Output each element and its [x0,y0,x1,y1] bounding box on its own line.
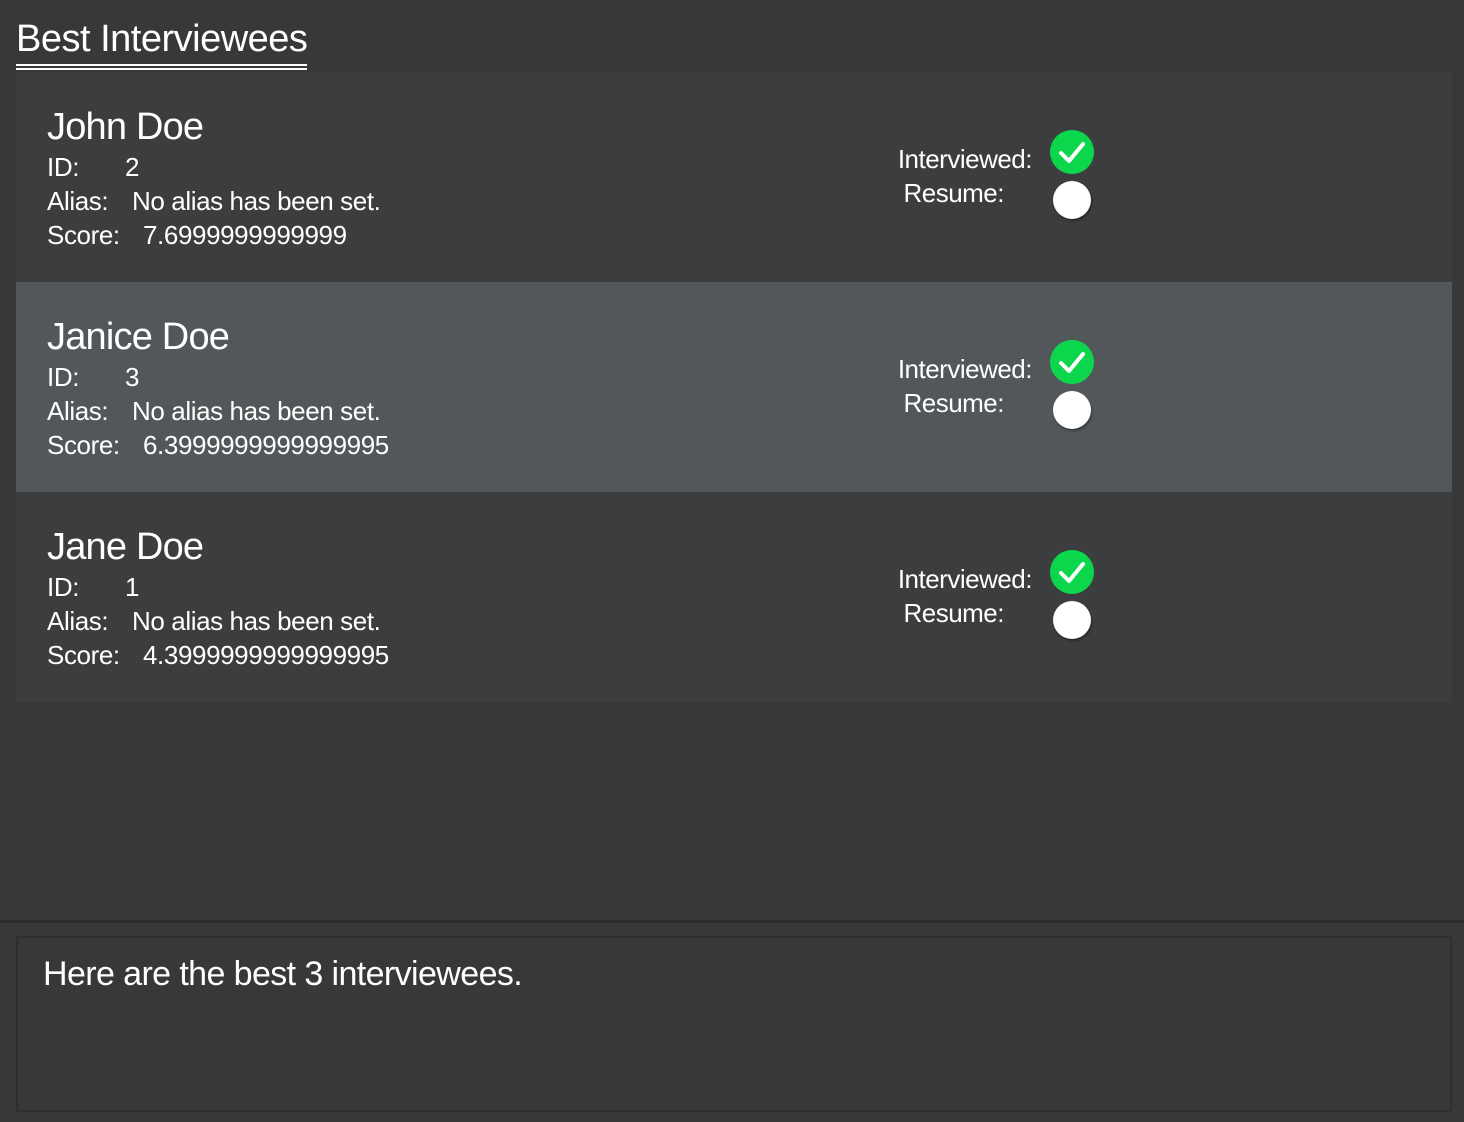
score-label: Score: [47,640,120,670]
status-block: Interviewed: Resume: [876,130,1116,230]
alias-label: Alias: [47,606,109,636]
id-value: 2 [125,152,140,182]
id-label: ID: [47,152,80,182]
resume-label: Resume: [903,388,1004,418]
id-label: ID: [47,572,80,602]
id-row: ID: 2 [47,150,139,184]
alias-label: Alias: [47,186,109,216]
panel-title-tab[interactable]: Best Interviewees [16,14,308,70]
empty-circle-icon [1053,391,1091,429]
interviewee-name: John Doe [47,106,204,148]
empty-circle-icon [1053,181,1091,219]
interviewee-card[interactable]: Janice Doe ID: 3 Alias: No alias has been … [16,282,1452,492]
panel-title: Best Interviewees [16,18,308,60]
interviewee-name: Janice Doe [47,316,230,358]
score-value: 6.3999999999999995 [143,430,389,460]
alias-value: No alias has been set. [132,606,381,636]
check-circle-icon [1050,340,1094,384]
interviewed-label: Interviewed: [897,144,1033,174]
alias-label: Alias: [47,396,109,426]
score-label: Score: [47,220,120,250]
alias-row: Alias: No alias has been set. [47,604,381,638]
id-row: ID: 3 [47,360,139,394]
interviewee-list[interactable]: John Doe ID: 2 Alias: No alias has been se… [16,72,1452,702]
resume-label: Resume: [903,178,1004,208]
score-value: 7.6999999999999 [143,220,347,250]
alias-row: Alias: No alias has been set. [47,394,381,428]
score-row: Score: 7.6999999999999 [47,218,347,252]
interviewee-card[interactable]: Jane Doe ID: 1 Alias: No alias has been se… [16,492,1452,702]
id-row: ID: 1 [47,570,139,604]
check-circle-icon [1050,550,1094,594]
resume-label: Resume: [903,598,1004,628]
alias-row: Alias: No alias has been set. [47,184,381,218]
interviewee-card[interactable]: John Doe ID: 2 Alias: No alias has been se… [16,72,1452,282]
interviewee-name: Jane Doe [47,526,204,568]
app-window: Best Interviewees John Doe ID: 2 Alias: No… [0,0,1464,1122]
check-circle-icon [1050,130,1094,174]
score-label: Score: [47,430,120,460]
score-row: Score: 4.3999999999999995 [47,638,389,672]
id-value: 3 [125,362,140,392]
interviewed-label: Interviewed: [897,354,1033,384]
score-row: Score: 6.3999999999999995 [47,428,389,462]
alias-value: No alias has been set. [132,186,381,216]
empty-circle-icon [1053,601,1091,639]
score-value: 4.3999999999999995 [143,640,389,670]
id-value: 1 [125,572,140,602]
title-underline [16,64,308,70]
id-label: ID: [47,362,80,392]
interviewed-label: Interviewed: [897,564,1033,594]
status-block: Interviewed: Resume: [876,550,1116,650]
panel-divider[interactable] [0,920,1464,923]
alias-value: No alias has been set. [132,396,381,426]
status-block: Interviewed: Resume: [876,340,1116,440]
result-display[interactable]: Here are the best 3 interviewees. [16,936,1452,1112]
result-message: Here are the best 3 interviewees. [43,955,523,993]
